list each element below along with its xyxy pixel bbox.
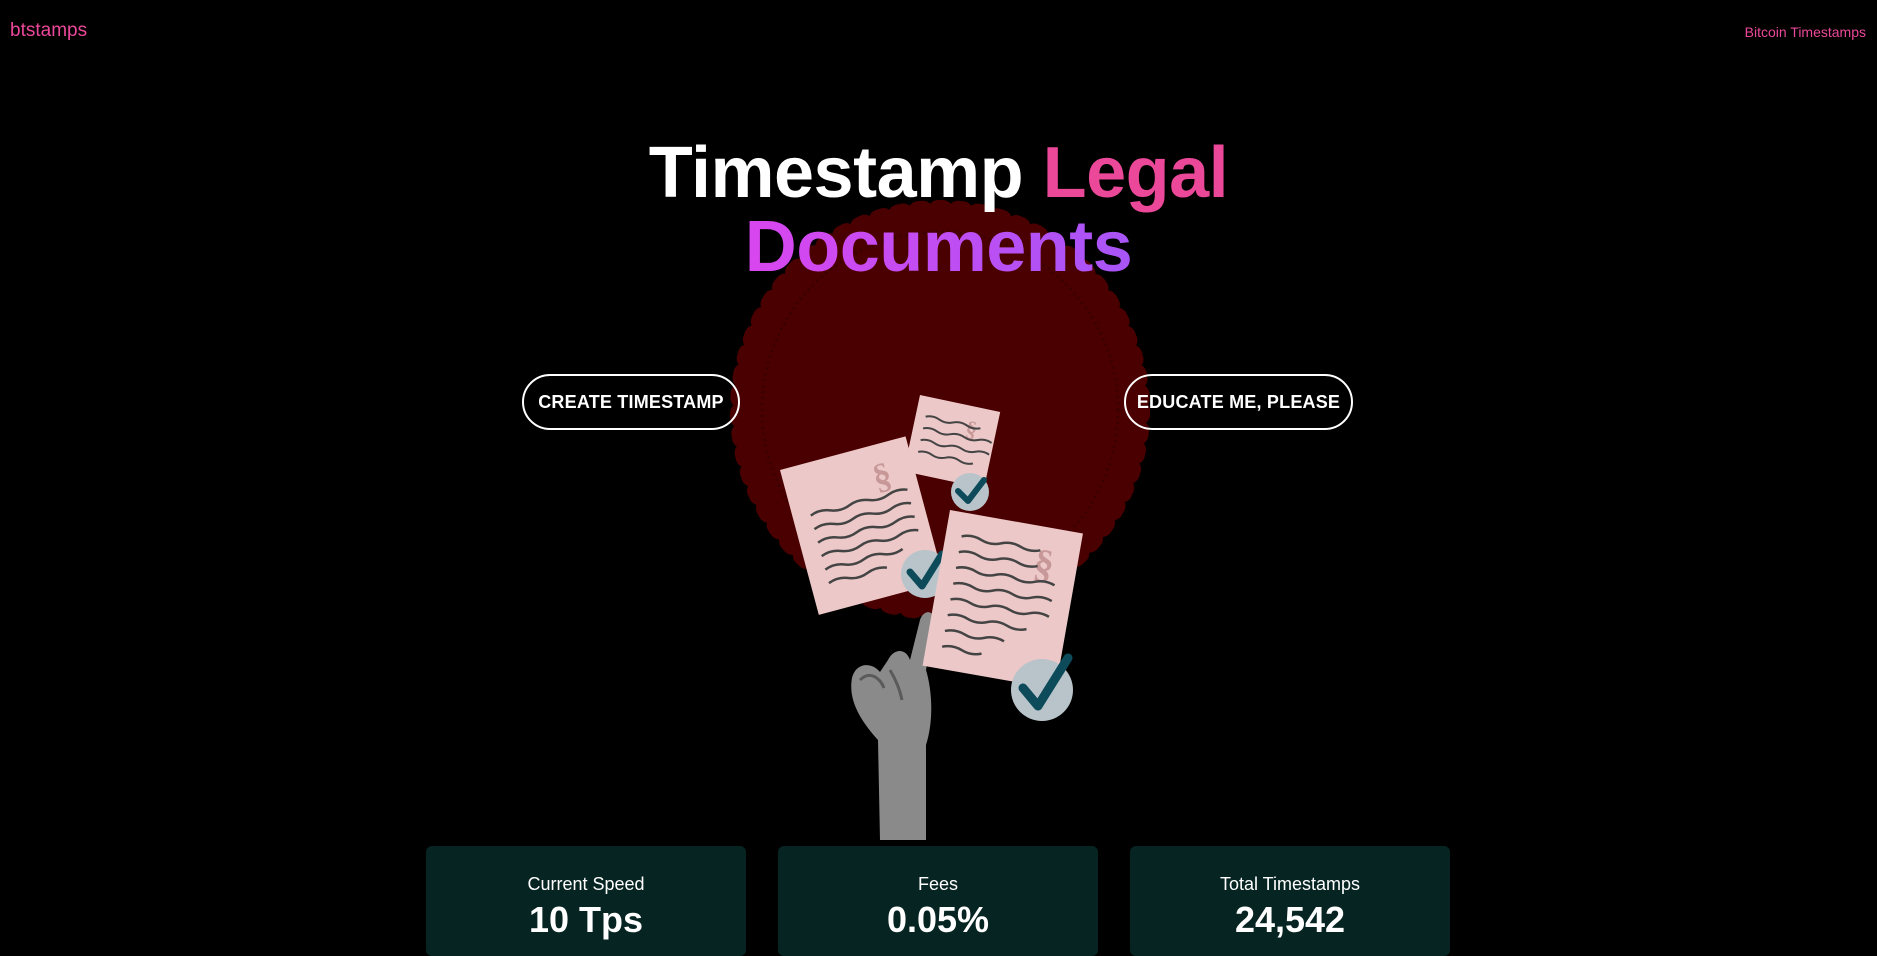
document-icon: §: [903, 395, 1001, 489]
hero-title: Timestamp Legal Documents: [0, 136, 1877, 284]
brand-logo-link[interactable]: btstamps: [10, 20, 87, 42]
hand-icon: [851, 612, 935, 840]
stat-label: Total Timestamps: [1219, 874, 1361, 894]
create-timestamp-button[interactable]: CREATE TIMESTAMP: [522, 374, 740, 430]
stat-value: 10 Tps: [528, 899, 644, 940]
hero-title-word-documents: Documents: [744, 207, 1133, 287]
nav-link-bitcoin-timestamps[interactable]: Bitcoin Timestamps: [1745, 24, 1866, 40]
hero-illustration: § § §: [730, 200, 1150, 840]
stat-label: Fees: [917, 874, 959, 894]
hero-title-word-legal: Legal: [1042, 133, 1229, 213]
checkmark-icon: [951, 473, 989, 511]
stat-label: Current Speed: [527, 874, 645, 894]
document-icon: §: [922, 510, 1083, 690]
stat-card-fees: Fees 0.05%: [778, 846, 1098, 956]
stat-card-total-timestamps: Total Timestamps 24,542: [1130, 846, 1450, 956]
stat-card-current-speed: Current Speed 10 Tps: [426, 846, 746, 956]
educate-me-button[interactable]: EDUCATE ME, PLEASE: [1124, 374, 1353, 430]
hero-title-word-timestamp: Timestamp: [648, 133, 1024, 213]
stat-value: 24,542: [1234, 899, 1346, 940]
stat-value: 0.05%: [886, 899, 990, 940]
